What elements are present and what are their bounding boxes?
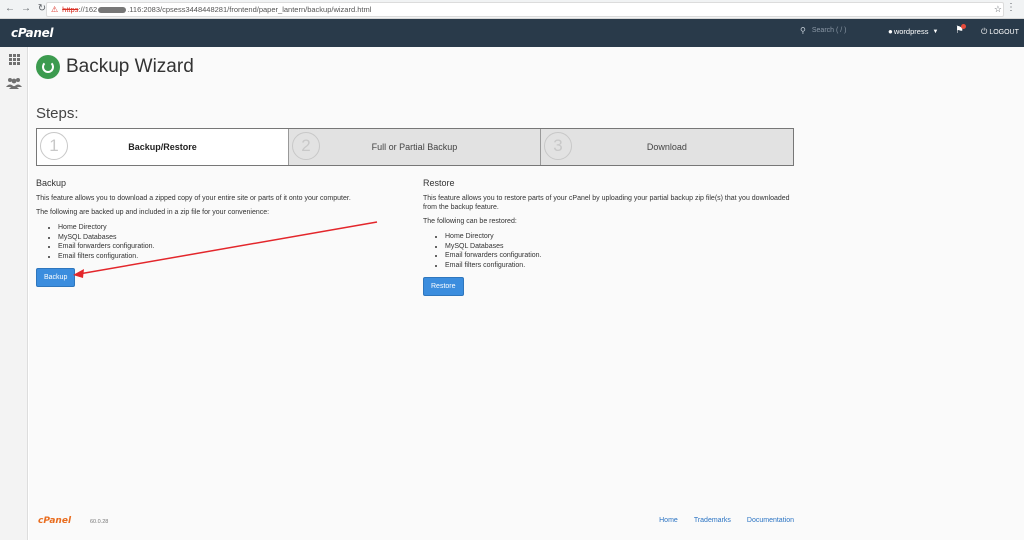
restore-list-intro: The following can be restored: — [423, 218, 517, 225]
notification-badge — [961, 24, 966, 29]
list-item: MySQL Databases — [58, 233, 406, 243]
users-icon — [6, 78, 22, 89]
page-footer: cPanel 60.0.28 Home Trademarks Documenta… — [38, 516, 794, 528]
browser-menu-icon[interactable]: ⋮ — [1006, 3, 1016, 13]
step-number: 3 — [543, 132, 572, 160]
step-label: Backup/Restore — [128, 142, 197, 152]
address-bar[interactable]: ⚠ https ://162 .116:2083/cpsess344844828… — [46, 2, 1004, 17]
chevron-down-icon: ▼ — [932, 28, 939, 35]
url-scheme: https — [62, 5, 79, 14]
page-title: Backup Wizard — [66, 56, 194, 77]
notifications-bell-icon[interactable]: ⚑ — [955, 24, 966, 36]
list-item: Email forwarders configuration. — [445, 251, 803, 261]
username: wordpress — [893, 27, 929, 36]
restore-items-list: Home Directory MySQL Databases Email for… — [445, 232, 803, 270]
backup-section: Backup This feature allows you to downlo… — [36, 178, 406, 287]
step-label: Download — [646, 142, 687, 152]
search-icon: ⚲ — [800, 26, 806, 35]
footer-links: Home Trademarks Documentation — [643, 517, 794, 524]
search-input[interactable]: Search ( / ) — [812, 27, 847, 34]
steps-label: Steps: — [36, 105, 79, 122]
backup-wizard-icon — [36, 55, 60, 79]
list-item: Email forwarders configuration. — [58, 242, 406, 252]
list-item: Email filters configuration. — [58, 252, 406, 262]
step-number: 2 — [291, 132, 320, 160]
wizard-steps: 1 Backup/Restore 2 Full or Partial Backu… — [36, 128, 794, 166]
footer-cpanel-logo: cPanel — [38, 516, 72, 526]
grid-icon — [8, 53, 20, 65]
sidebar-users[interactable] — [0, 71, 28, 95]
list-item: MySQL Databases — [445, 242, 803, 252]
browser-toolbar: ← → ↻ ⚠ https ://162 .116:2083/cpsess344… — [0, 0, 1024, 19]
footer-link-trademarks[interactable]: Trademarks — [694, 517, 731, 524]
step-number: 1 — [40, 132, 68, 160]
backup-button[interactable]: Backup — [36, 268, 76, 287]
backup-heading: Backup — [36, 178, 67, 188]
url-host: ://162 — [78, 5, 98, 14]
backup-description: This feature allows you to download a zi… — [36, 195, 351, 202]
restore-section: Restore This feature allows you to resto… — [423, 178, 803, 296]
restore-heading: Restore — [423, 178, 455, 188]
bookmark-star-icon[interactable]: ☆ — [994, 4, 1002, 15]
restore-description: This feature allows you to restore parts… — [423, 195, 790, 211]
backup-items-list: Home Directory MySQL Databases Email for… — [58, 223, 406, 261]
forward-arrow-icon[interactable]: → — [20, 3, 32, 15]
back-arrow-icon[interactable]: ← — [4, 3, 16, 15]
step-full-partial-backup[interactable]: 2 Full or Partial Backup — [289, 129, 541, 165]
list-item: Home Directory — [58, 223, 406, 233]
page-header: Backup Wizard — [36, 55, 194, 79]
left-sidebar — [0, 47, 28, 540]
user-icon: ● — [888, 27, 893, 36]
header-search[interactable]: ⚲ Search ( / ) — [800, 26, 846, 35]
cpanel-header: cPanel ⚲ Search ( / ) ● wordpress ▼ ⚑ ⏻ … — [0, 19, 1024, 47]
logout-icon: ⏻ — [981, 27, 988, 36]
list-item: Email filters configuration. — [445, 261, 803, 271]
version-number: 60.0.28 — [90, 519, 109, 525]
redacted-ip — [98, 6, 127, 13]
footer-link-documentation[interactable]: Documentation — [747, 517, 794, 524]
warning-icon: ⚠ — [51, 5, 59, 14]
sidebar-home-grid[interactable] — [0, 47, 28, 71]
footer-link-home[interactable]: Home — [659, 517, 678, 524]
user-menu[interactable]: ● wordpress ▼ — [888, 27, 938, 36]
step-backup-restore[interactable]: 1 Backup/Restore — [37, 129, 289, 165]
step-download[interactable]: 3 Download — [541, 129, 793, 165]
main-content: Backup Wizard Steps: 1 Backup/Restore 2 … — [29, 47, 1024, 540]
cpanel-logo[interactable]: cPanel — [11, 26, 54, 40]
logout-label: LOGOUT — [989, 28, 1019, 36]
list-item: Home Directory — [445, 232, 803, 242]
restore-button[interactable]: Restore — [423, 277, 464, 296]
step-label: Full or Partial Backup — [371, 142, 458, 152]
backup-list-intro: The following are backed up and included… — [36, 209, 270, 216]
url-path: .116:2083/cpsess3448448281/frontend/pape… — [127, 5, 372, 14]
logout-button[interactable]: ⏻ LOGOUT — [981, 27, 1019, 37]
